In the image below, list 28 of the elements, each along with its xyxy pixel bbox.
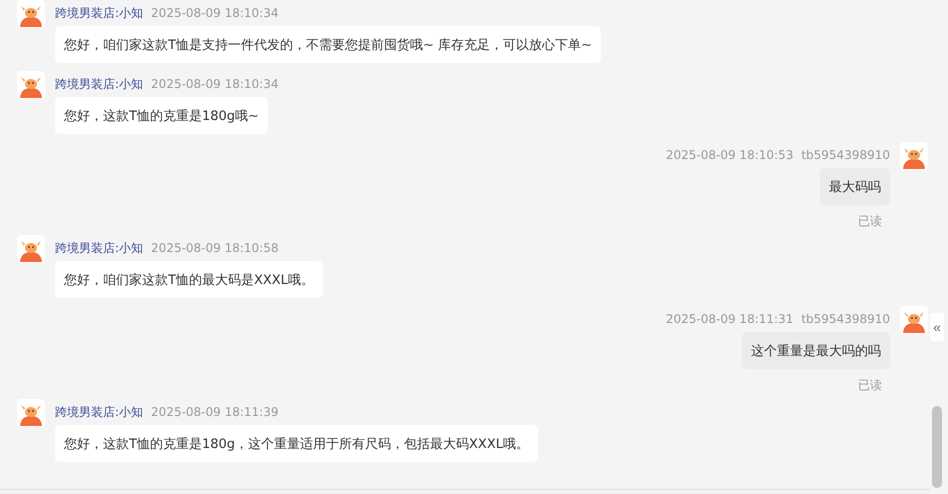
sender-name: tb5954398910 — [801, 312, 890, 326]
avatar-icon — [900, 142, 928, 170]
message-bubble: 最大码吗 — [820, 168, 890, 205]
message-bubble: 您好，咱们家这款T恤是支持一件代发的，不需要您提前囤货哦~ 库存充足，可以放心下单~ — [55, 26, 601, 63]
read-status: 已读 — [858, 377, 882, 394]
message-bubble: 您好，这款T恤的克重是180g哦~ — [55, 97, 268, 134]
message-time: 2025-08-09 18:10:34 — [151, 77, 278, 91]
avatar-icon — [17, 399, 45, 427]
sender-name: tb5954398910 — [801, 148, 890, 162]
sender-name: 跨境男装店:小知 — [55, 240, 144, 256]
message-bubble: 您好，咱们家这款T恤的最大码是XXXL哦。 — [55, 261, 323, 298]
avatar-icon — [900, 306, 928, 334]
sender-name: 跨境男装店:小知 — [55, 76, 144, 92]
avatar-icon — [17, 71, 45, 99]
message-time: 2025-08-09 18:11:39 — [151, 405, 278, 419]
message-time: 2025-08-09 18:10:58 — [151, 241, 278, 255]
sender-name: 跨境男装店:小知 — [55, 4, 144, 22]
scrollbar-thumb[interactable] — [932, 406, 942, 488]
sender-name: 跨境男装店:小知 — [55, 404, 144, 420]
message-bubble: 这个重量是最大吗的吗 — [742, 332, 890, 369]
message-time: 2025-08-09 18:11:31 — [666, 312, 794, 326]
message-bubble: 您好，这款T恤的克重是180g，这个重量适用于所有尺码，包括最大码XXXL哦。 — [55, 425, 538, 462]
read-status: 已读 — [858, 213, 882, 230]
avatar-icon — [17, 0, 45, 28]
avatar-icon — [17, 235, 45, 263]
message-time: 2025-08-09 18:10:53 — [666, 148, 794, 162]
collapse-button[interactable]: « — [930, 313, 944, 341]
message-time: 2025-08-09 18:10:34 — [151, 6, 278, 20]
